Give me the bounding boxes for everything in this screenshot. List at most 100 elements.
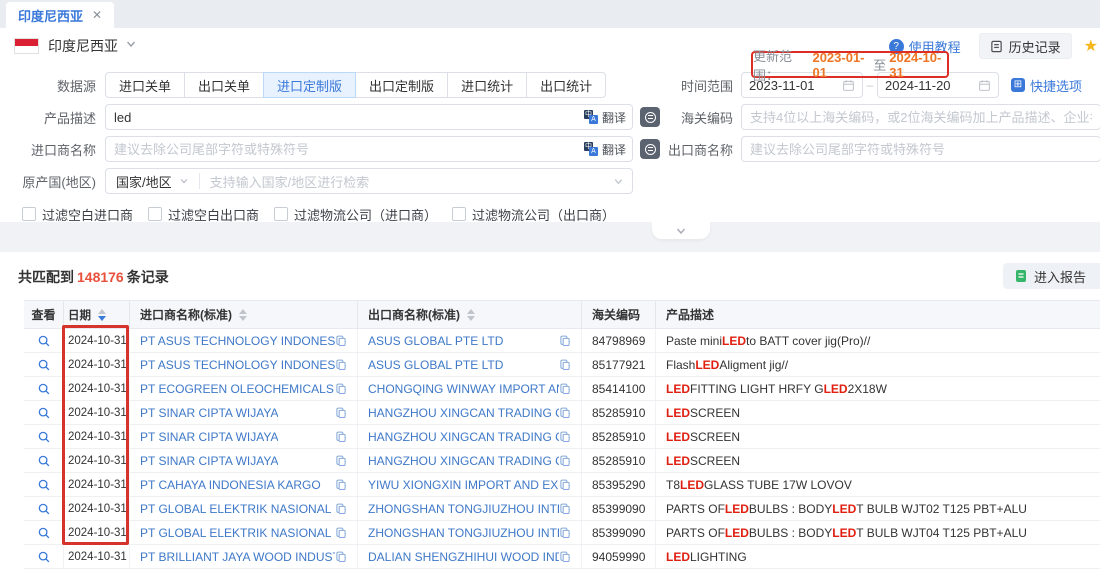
importer-link[interactable]: PT ECOGREEN OLEOCHEMICALS bbox=[140, 382, 334, 396]
copy-icon[interactable] bbox=[559, 479, 571, 491]
copy-icon[interactable] bbox=[335, 479, 347, 491]
view-record-icon[interactable] bbox=[37, 334, 51, 348]
importer-link[interactable]: PT GLOBAL ELEKTRIK NASIONAL bbox=[140, 526, 331, 540]
view-record-icon[interactable] bbox=[37, 406, 51, 420]
copy-icon[interactable] bbox=[335, 407, 347, 419]
translate-button[interactable]: 中A 翻译 bbox=[584, 136, 626, 162]
exporter-input[interactable] bbox=[741, 136, 1100, 162]
copy-icon[interactable] bbox=[559, 359, 571, 371]
chevron-down-icon[interactable] bbox=[125, 37, 137, 55]
column-header[interactable]: 进口商名称(标准) bbox=[130, 301, 358, 328]
filter-checkbox[interactable]: 过滤物流公司（出口商） bbox=[452, 205, 615, 224]
filter-checkbox[interactable]: 过滤空白进口商 bbox=[22, 205, 133, 224]
exporter-link[interactable]: HANGZHOU XINGCAN TRADING CO LTD bbox=[368, 406, 559, 420]
copy-icon[interactable] bbox=[335, 383, 347, 395]
exact-match-icon[interactable] bbox=[640, 139, 660, 159]
copy-icon[interactable] bbox=[559, 455, 571, 467]
importer-link[interactable]: PT BRILLIANT JAYA WOOD INDUSTRY bbox=[140, 550, 335, 564]
indonesia-flag-icon bbox=[14, 38, 39, 54]
history-button[interactable]: 历史记录 bbox=[979, 33, 1072, 59]
copy-icon[interactable] bbox=[559, 503, 571, 515]
sort-carets-icon[interactable] bbox=[98, 309, 106, 321]
enter-report-label: 进入报告 bbox=[1034, 267, 1086, 286]
datasource-tab[interactable]: 出口统计 bbox=[526, 72, 606, 98]
description-cell: LED SCREEN bbox=[656, 401, 1100, 424]
origin-search-input[interactable]: 支持输入国家/地区进行检索 bbox=[200, 172, 613, 191]
translate-label: 翻译 bbox=[602, 141, 626, 158]
view-cell bbox=[24, 449, 64, 472]
tab-indonesia[interactable]: 印度尼西亚 ✕ bbox=[6, 2, 114, 28]
importer-link[interactable]: PT ASUS TECHNOLOGY INDONESIA BA... bbox=[140, 334, 335, 348]
product-desc-input[interactable] bbox=[105, 104, 633, 130]
view-record-icon[interactable] bbox=[37, 526, 51, 540]
copy-icon[interactable] bbox=[335, 359, 347, 371]
close-icon[interactable]: ✕ bbox=[92, 8, 102, 22]
sort-carets-icon[interactable] bbox=[467, 309, 475, 321]
importer-link[interactable]: PT GLOBAL ELEKTRIK NASIONAL bbox=[140, 502, 331, 516]
enter-report-button[interactable]: 进入报告 bbox=[1003, 263, 1100, 289]
exporter-link[interactable]: HANGZHOU XINGCAN TRADING CO LTD bbox=[368, 454, 559, 468]
datasource-tab[interactable]: 进口统计 bbox=[447, 72, 527, 98]
view-record-icon[interactable] bbox=[37, 502, 51, 516]
view-record-icon[interactable] bbox=[37, 478, 51, 492]
exporter-link[interactable]: ASUS GLOBAL PTE LTD bbox=[368, 334, 503, 348]
filter-checkbox[interactable]: 过滤空白出口商 bbox=[148, 205, 259, 224]
view-record-icon[interactable] bbox=[37, 358, 51, 372]
view-record-icon[interactable] bbox=[37, 382, 51, 396]
exporter-link[interactable]: HANGZHOU XINGCAN TRADING CO LTD bbox=[368, 430, 559, 444]
importer-cell: PT SINAR CIPTA WIJAYA bbox=[130, 401, 358, 424]
view-cell bbox=[24, 353, 64, 376]
copy-icon[interactable] bbox=[559, 527, 571, 539]
quick-options-link[interactable]: ⊞ 快捷选项 bbox=[1011, 76, 1082, 95]
datasource-tab[interactable]: 进口定制版 bbox=[263, 72, 356, 98]
view-record-icon[interactable] bbox=[37, 454, 51, 468]
filter-checkbox[interactable]: 过滤物流公司（进口商） bbox=[274, 205, 437, 224]
exporter-link[interactable]: ZHONGSHAN TONGJIUZHOU INTERNA... bbox=[368, 502, 559, 516]
datasource-tab[interactable]: 出口定制版 bbox=[355, 72, 448, 98]
view-record-icon[interactable] bbox=[37, 430, 51, 444]
exporter-link[interactable]: DALIAN SHENGZHIHUI WOOD INDUST... bbox=[368, 550, 559, 564]
quick-options-label: 快捷选项 bbox=[1030, 76, 1082, 95]
importer-link[interactable]: PT CAHAYA INDONESIA KARGO bbox=[140, 478, 321, 492]
datasource-tab[interactable]: 出口关单 bbox=[184, 72, 264, 98]
table-row: 2024-10-31PT ASUS TECHNOLOGY INDONESIA B… bbox=[24, 329, 1100, 353]
copy-icon[interactable] bbox=[559, 407, 571, 419]
copy-icon[interactable] bbox=[559, 383, 571, 395]
sort-carets-icon[interactable] bbox=[239, 309, 247, 321]
exporter-cell: ZHONGSHAN TONGJIUZHOU INTERNA... bbox=[358, 497, 582, 520]
importer-cell: PT SINAR CIPTA WIJAYA bbox=[130, 425, 358, 448]
importer-link[interactable]: PT ASUS TECHNOLOGY INDONESIA BA... bbox=[140, 358, 335, 372]
copy-icon[interactable] bbox=[335, 527, 347, 539]
exporter-link[interactable]: ZHONGSHAN TONGJIUZHOU INTERNA... bbox=[368, 526, 559, 540]
importer-input[interactable] bbox=[105, 136, 633, 162]
column-header[interactable]: 日期 bbox=[64, 301, 130, 328]
copy-icon[interactable] bbox=[559, 431, 571, 443]
importer-link[interactable]: PT SINAR CIPTA WIJAYA bbox=[140, 454, 278, 468]
datasource-tab[interactable]: 进口关单 bbox=[105, 72, 185, 98]
exact-match-icon[interactable] bbox=[640, 107, 660, 127]
favorite-star-icon[interactable]: ★ bbox=[1084, 36, 1098, 56]
copy-icon[interactable] bbox=[335, 431, 347, 443]
column-header[interactable]: 出口商名称(标准) bbox=[358, 301, 582, 328]
hs-code-input[interactable] bbox=[741, 104, 1100, 130]
translate-button[interactable]: 中A 翻译 bbox=[584, 104, 626, 130]
view-cell bbox=[24, 425, 64, 448]
copy-icon[interactable] bbox=[559, 551, 571, 563]
datasource-group: 进口关单出口关单进口定制版出口定制版进口统计出口统计 bbox=[105, 72, 633, 98]
importer-link[interactable]: PT SINAR CIPTA WIJAYA bbox=[140, 430, 278, 444]
exporter-link[interactable]: ASUS GLOBAL PTE LTD bbox=[368, 358, 503, 372]
copy-icon[interactable] bbox=[335, 551, 347, 563]
origin-select[interactable]: 国家/地区 bbox=[106, 172, 199, 191]
copy-icon[interactable] bbox=[335, 503, 347, 515]
exporter-link[interactable]: YIWU XIONGXIN IMPORT AND EXPORT... bbox=[368, 478, 559, 492]
copy-icon[interactable] bbox=[335, 335, 347, 347]
hs-code-cell: 85399090 bbox=[582, 497, 656, 520]
importer-link[interactable]: PT SINAR CIPTA WIJAYA bbox=[140, 406, 278, 420]
collapse-panel-button[interactable] bbox=[652, 222, 710, 239]
translate-icon: 中A bbox=[584, 110, 598, 124]
copy-icon[interactable] bbox=[559, 335, 571, 347]
column-header: 查看 bbox=[24, 301, 64, 328]
view-record-icon[interactable] bbox=[37, 550, 51, 564]
exporter-link[interactable]: CHONGQING WINWAY IMPORT AND E... bbox=[368, 382, 559, 396]
copy-icon[interactable] bbox=[335, 455, 347, 467]
